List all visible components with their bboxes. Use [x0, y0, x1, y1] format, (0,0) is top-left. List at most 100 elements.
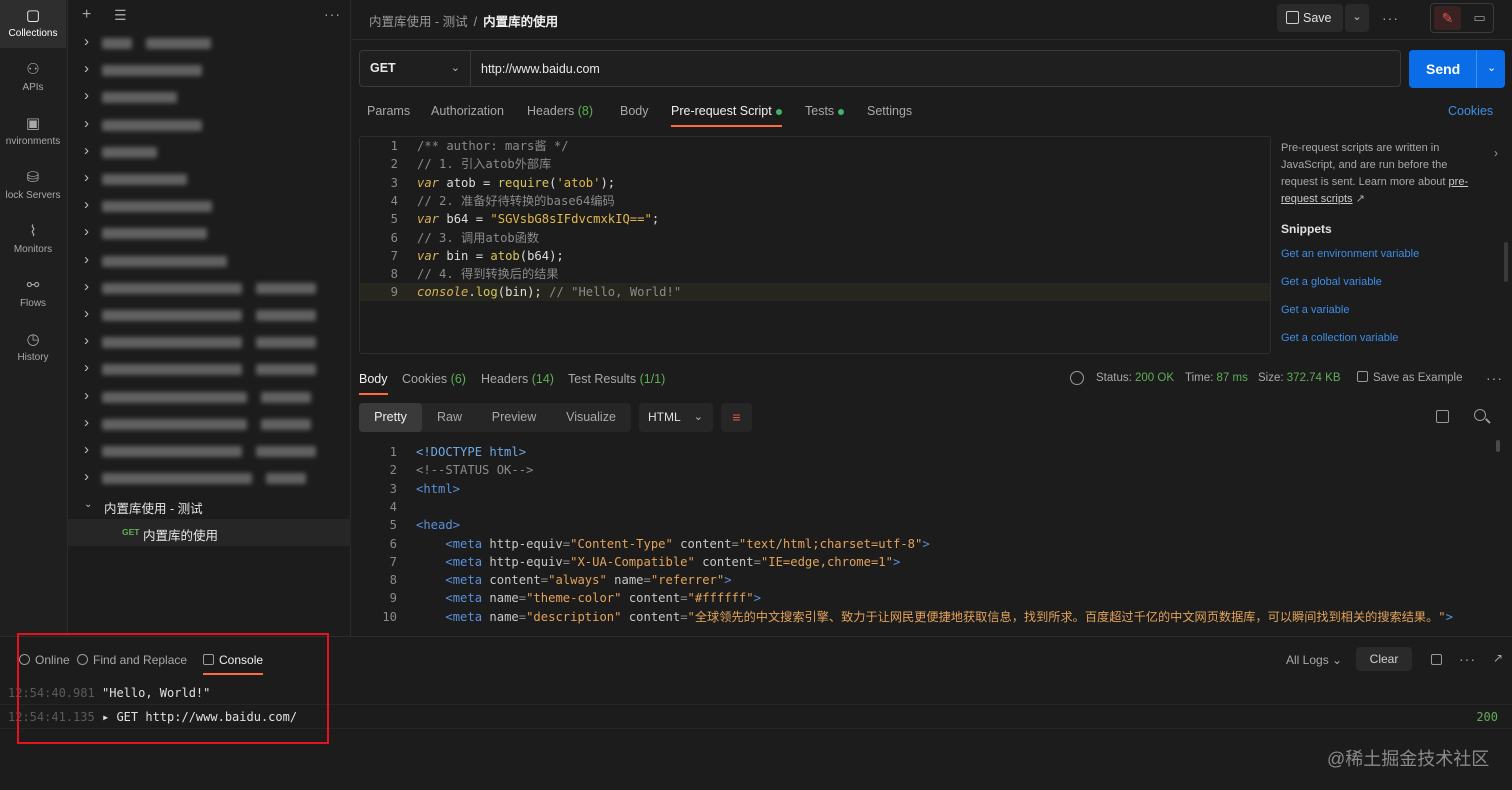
collection-folder-redacted[interactable]: › — [68, 465, 351, 492]
url-input[interactable] — [472, 51, 1392, 86]
console-more-icon[interactable]: ··· — [1459, 651, 1476, 667]
chevron-down-icon: ⌄ — [450, 62, 460, 74]
collection-folder-redacted[interactable]: › — [68, 193, 351, 220]
snippet-link[interactable]: Get a global variable — [1281, 276, 1382, 288]
line-number: 9 — [390, 285, 398, 300]
code-text: // 2. 准备好待转换的base64编码 — [417, 192, 615, 210]
response-scrollbar[interactable] — [1496, 440, 1500, 452]
collection-folder-redacted[interactable]: › — [68, 438, 351, 465]
line-number: 7 — [389, 554, 397, 569]
breadcrumb-current[interactable]: 内置库的使用 — [483, 15, 558, 29]
save-example-button[interactable]: Save as Example — [1357, 371, 1463, 384]
breadcrumb-parent[interactable]: 内置库使用 - 测试 — [369, 15, 468, 29]
rail-item-label: lock Servers — [5, 190, 61, 201]
request-tab[interactable]: Headers (8) — [527, 104, 593, 118]
clear-button[interactable]: Clear — [1356, 647, 1412, 671]
response-tab[interactable]: Headers (14) — [481, 372, 554, 386]
code-text: /** author: mars酱 */ — [417, 137, 569, 155]
request-tab[interactable]: Body — [620, 104, 649, 118]
more-options-icon[interactable]: ··· — [324, 6, 341, 22]
format-pretty-button[interactable]: Pretty — [359, 403, 422, 432]
request-tab[interactable]: Pre-request Script — [671, 104, 782, 127]
language-select[interactable]: HTML ⌄ — [639, 403, 713, 432]
collection-folder-redacted[interactable]: › — [68, 356, 351, 383]
comments-icon[interactable]: ▭ — [1466, 6, 1493, 30]
collection-folder-redacted[interactable]: › — [68, 302, 351, 329]
code-line: 8 <meta content="always" name="referrer"… — [359, 571, 1499, 589]
code-text: // 1. 引入atob外部库 — [417, 155, 551, 173]
request-tab[interactable]: Authorization — [431, 104, 504, 118]
response-body-viewer[interactable]: 1 <!DOCTYPE html> 2 <!--STATUS OK--> 3 <html>… — [359, 442, 1499, 632]
line-number: 9 — [389, 591, 397, 606]
format-raw-button[interactable]: Raw — [422, 403, 477, 432]
response-more-icon[interactable]: ··· — [1486, 370, 1503, 386]
code-token: . — [468, 285, 476, 300]
code-token: > — [892, 554, 901, 569]
chevron-down-icon: ⌄ — [1332, 653, 1343, 667]
panel-scrollbar[interactable] — [1504, 242, 1508, 282]
rail-item-6[interactable]: ◷ History — [0, 324, 66, 372]
response-tab[interactable]: Test Results (1/1) — [568, 372, 665, 386]
collection-folder-redacted[interactable]: › — [68, 411, 351, 438]
rail-item-2[interactable]: ▣ nvironments — [0, 108, 66, 156]
more-actions-icon[interactable]: ··· — [1382, 10, 1399, 26]
collection-folder-redacted[interactable]: › — [68, 112, 351, 139]
code-token: = — [680, 609, 688, 624]
globe-icon[interactable] — [1070, 371, 1084, 385]
rail-item-0[interactable]: ▢ Collections — [0, 0, 66, 48]
wrap-lines-icon[interactable]: ≡ — [721, 403, 752, 432]
request-tab[interactable]: Tests — [805, 104, 845, 118]
collections-sidebar: + ☰ ··· › › › › › › › › › › › › › › › › › ⌄ 内置库使用 - 测试 G… — [68, 0, 351, 636]
edit-mode-icon[interactable]: ✎ — [1434, 6, 1461, 30]
save-dropdown-button[interactable]: ⌄ — [1345, 4, 1369, 32]
send-dropdown-icon[interactable]: ⌄ — [1487, 61, 1496, 74]
external-link-icon: ↗ — [1355, 193, 1365, 205]
rail-item-5[interactable]: ⚯ Flows — [0, 270, 66, 318]
send-button[interactable]: Send ⌄ — [1409, 50, 1505, 88]
line-number: 1 — [389, 445, 397, 459]
response-tab[interactable]: Body — [359, 372, 388, 395]
collection-folder-redacted[interactable]: › — [68, 275, 351, 302]
sidebar-request-item[interactable]: GET 内置库的使用 — [68, 519, 351, 546]
collection-folder-redacted[interactable]: › — [68, 248, 351, 275]
collection-folder-redacted[interactable]: › — [68, 139, 351, 166]
collection-folder-redacted[interactable]: › — [68, 166, 351, 193]
log-level-select[interactable]: All Logs ⌄ — [1286, 653, 1342, 667]
rail-item-4[interactable]: ⌇ Monitors — [0, 216, 66, 264]
collection-folder-redacted[interactable]: › — [68, 220, 351, 247]
snippet-link[interactable]: Get a variable — [1281, 304, 1349, 316]
save-button[interactable]: Save — [1277, 4, 1343, 32]
response-tab[interactable]: Cookies (6) — [402, 372, 466, 386]
collection-folder-redacted[interactable]: › — [68, 84, 351, 111]
code-token: content — [672, 536, 732, 551]
code-token: <meta — [445, 554, 490, 569]
add-icon[interactable]: + — [82, 6, 91, 24]
collection-folder-redacted[interactable]: › — [68, 57, 351, 84]
expand-icon[interactable]: ↗ — [1493, 651, 1503, 665]
format-visualize-button[interactable]: Visualize — [551, 403, 631, 432]
collection-folder[interactable]: ⌄ 内置库使用 - 测试 — [68, 492, 351, 519]
collapse-panel-icon[interactable]: › — [1494, 146, 1498, 160]
rail-item-3[interactable]: ⛁ lock Servers — [0, 162, 66, 210]
search-icon[interactable] — [1474, 409, 1486, 421]
filter-icon[interactable]: ☰ — [114, 7, 127, 24]
line-number: 3 — [390, 175, 398, 190]
snippet-link[interactable]: Get an environment variable — [1281, 248, 1419, 260]
pre-request-script-editor[interactable]: 1 /** author: mars酱 */ 2 // 1. 引入atob外部库 3 va… — [359, 136, 1271, 354]
collection-folder-redacted[interactable]: › — [68, 30, 351, 57]
snippet-link[interactable]: Get a collection variable — [1281, 332, 1398, 344]
code-token: // 2. 准备好待转换的base64编码 — [417, 193, 615, 208]
copy-icon[interactable] — [1431, 654, 1442, 665]
rail-item-1[interactable]: ⚇ APIs — [0, 54, 66, 102]
request-tab[interactable]: Params — [367, 104, 410, 118]
copy-icon[interactable] — [1436, 410, 1449, 423]
cookies-link[interactable]: Cookies — [1448, 104, 1493, 118]
request-tab[interactable]: Settings — [867, 104, 912, 118]
tab-label: Body — [359, 372, 388, 386]
code-text: var atob = require('atob'); — [417, 174, 615, 192]
method-select[interactable]: GET ⌄ — [360, 51, 471, 86]
format-tabs: Pretty Raw Preview Visualize — [359, 403, 631, 432]
collection-folder-redacted[interactable]: › — [68, 329, 351, 356]
format-preview-button[interactable]: Preview — [477, 403, 551, 432]
collection-folder-redacted[interactable]: › — [68, 384, 351, 411]
